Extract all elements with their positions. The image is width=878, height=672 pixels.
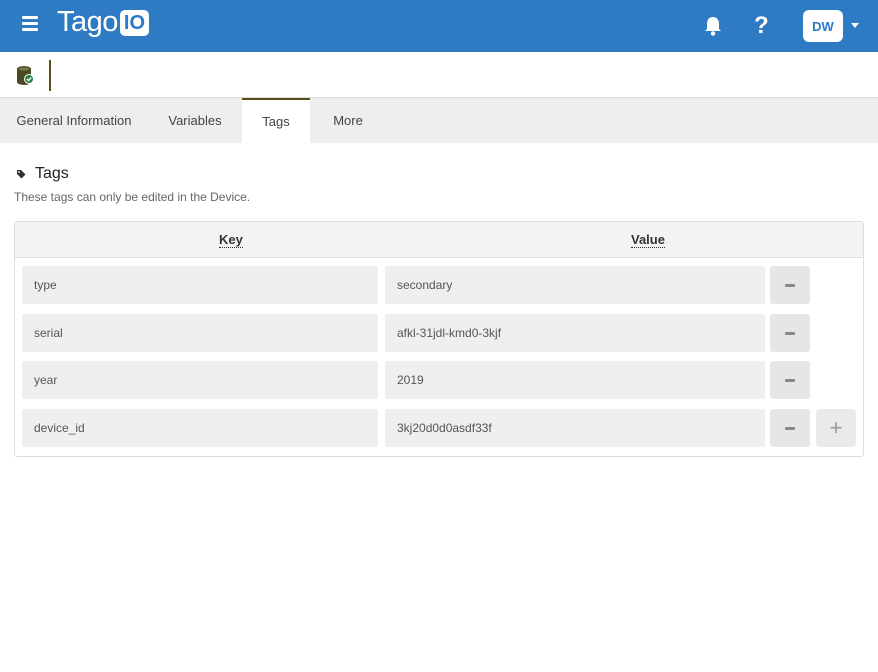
tag-icon [17,170,26,179]
caret-down-icon[interactable] [851,23,859,28]
remove-tag-button[interactable] [770,361,810,399]
section-title: Tags [16,165,69,183]
logo[interactable]: Tago IO [57,6,150,39]
minus-icon [785,426,795,430]
logo-badge: IO [119,9,150,36]
tab-general-information[interactable]: General Information [0,98,148,143]
bell-icon[interactable] [703,15,723,37]
plus-icon: + [829,415,843,440]
user-avatar[interactable]: DW [803,10,843,42]
tag-key-field[interactable]: device_id [22,409,378,447]
top-bar: Tago IO ? DW [0,0,878,52]
minus-icon [785,378,795,382]
remove-tag-button[interactable] [770,266,810,304]
remove-tag-button[interactable] [770,409,810,447]
menu-icon[interactable] [22,16,40,34]
tag-key-field[interactable]: serial [22,314,378,352]
tag-key-field[interactable]: year [22,361,378,399]
help-icon[interactable]: ? [754,12,769,40]
tag-value-field[interactable]: secondary [385,266,765,304]
tab-tags[interactable]: Tags [242,98,310,143]
column-header-value: Value [631,232,665,248]
tab-variables[interactable]: Variables [148,98,242,143]
tag-value-field[interactable]: 2019 [385,361,765,399]
tab-bar: General Information Variables Tags More [0,98,878,143]
tab-more[interactable]: More [310,98,386,143]
add-tag-button[interactable]: + [816,409,856,447]
tag-key-field[interactable]: type [22,266,378,304]
column-header-key: Key [219,232,243,248]
minus-icon [785,331,795,335]
logo-text: Tago [57,6,118,38]
table-header: Key Value [15,222,863,258]
tag-value-field[interactable]: afkl-31jdl-kmd0-3kjf [385,314,765,352]
minus-icon [785,283,795,287]
device-name-input[interactable] [49,60,51,91]
section-title-text: Tags [35,165,69,182]
section-subtitle: These tags can only be edited in the Dev… [14,190,251,204]
device-icon [15,64,35,86]
tag-value-field[interactable]: 3kj20d0d0asdf33f [385,409,765,447]
remove-tag-button[interactable] [770,314,810,352]
device-name-bar [0,52,878,98]
tags-table: Key Value type secondary serial afkl-31j… [14,221,864,457]
